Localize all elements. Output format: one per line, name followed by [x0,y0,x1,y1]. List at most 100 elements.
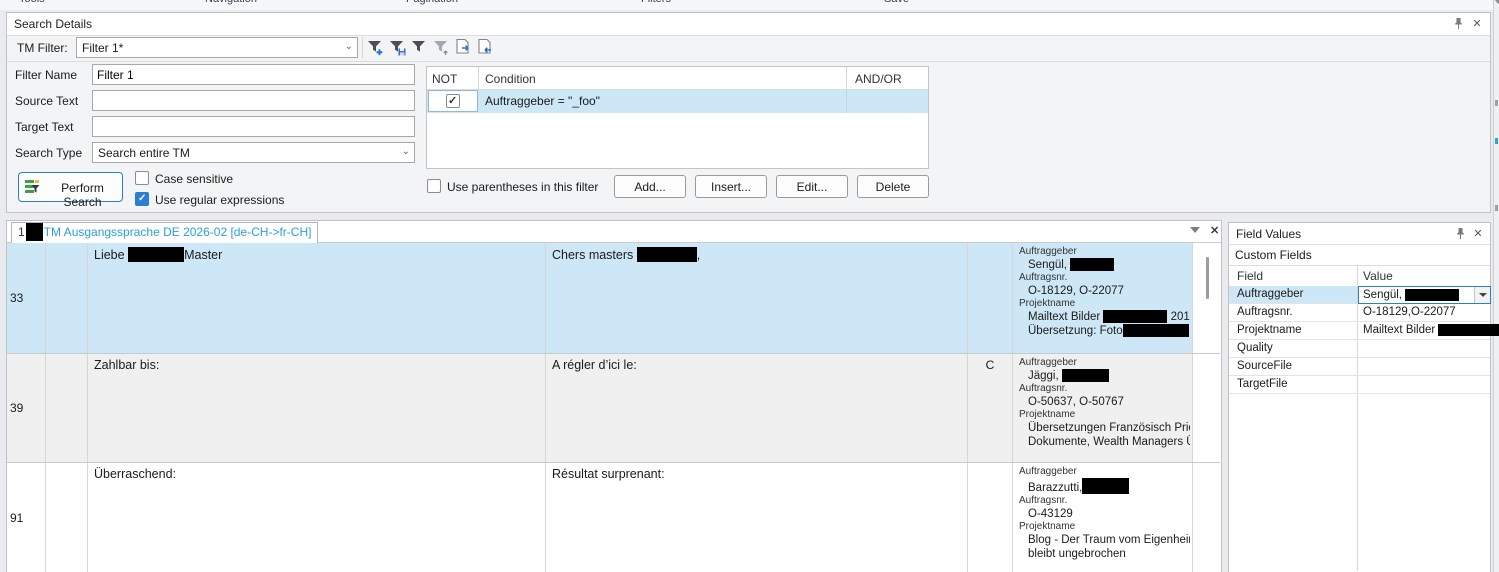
source-text-input[interactable] [92,90,415,111]
meta-cell: Auftraggeber Barazzutti, Auftragsnr. O-4… [1013,463,1193,572]
tm-filter-combobox[interactable]: Filter 1* ⌄ [76,37,358,58]
row-number: 39 [10,401,23,415]
use-regex-checkbox[interactable] [135,192,149,206]
status-cell [968,463,1013,572]
pin-icon[interactable] [1455,227,1466,245]
flags-cell [46,354,88,462]
panel-title: Field Values [1236,227,1301,241]
meta-value: O-50637, O-50767 [1019,395,1190,409]
vertical-scrollbar[interactable] [1206,257,1209,299]
meta-value: Mailtext Bilder [1028,311,1100,323]
meta-value: Jäggi, [1028,370,1059,382]
use-parentheses-checkbox[interactable] [427,179,441,193]
field-value-row[interactable]: Auftraggeber Sengül, [1229,286,1490,304]
case-sensitive-label: Case sensitive [155,172,233,186]
meta-label: Projektname [1019,409,1190,421]
meta-label: Auftraggeber [1019,466,1190,478]
tm-filter-label: TM Filter: [17,41,68,55]
field-value-row[interactable]: Auftragsnr. O-18129,O-22077 [1229,304,1490,322]
scrollbar-gutter [1193,463,1220,572]
meta-cell: Auftraggeber Sengül, Auftragsnr. O-18129… [1013,243,1193,353]
search-details-panel: Search Details ✕ TM Filter: Filter 1* ⌄ [6,12,1491,213]
meta-label: Auftragsnr. [1019,272,1190,284]
perform-search-button[interactable]: Perform Search [18,172,123,202]
search-type-select[interactable]: Search entire TM ⌄ [92,142,415,163]
table-row[interactable]: 39 Zahlbar bis: A régler d’ici le: C Auf… [7,354,1220,463]
field-values-header: Field Values ✕ [1229,223,1490,245]
close-icon[interactable]: ✕ [1471,227,1485,240]
ribbon-group-tools: Tools [19,0,45,5]
row-number: 33 [10,291,23,305]
redaction-box [128,247,184,262]
meta-label: Projektname [1019,298,1190,310]
field-value-row[interactable]: Quality [1229,340,1490,358]
add-filter-icon[interactable] [366,38,386,58]
target-text-input[interactable] [92,116,415,137]
case-sensitive-checkbox[interactable] [135,171,149,185]
close-icon[interactable]: ✕ [1470,17,1484,30]
edit-button[interactable]: Edit... [776,175,848,198]
insert-button[interactable]: Insert... [695,175,767,198]
field-name: Quality [1237,342,1273,354]
meta-value: 2019, [1171,311,1190,323]
field-value-text: O-18129,O-22077 [1363,306,1456,318]
pin-icon[interactable] [1453,17,1464,35]
meta-label: Auftraggeber [1019,246,1190,258]
field-name: SourceFile [1237,360,1292,372]
field-value-row[interactable]: TargetFile [1229,376,1490,394]
source-cell: Liebe Master [88,243,546,353]
delete-filter-icon[interactable] [410,38,430,58]
row-divider [846,90,847,113]
redaction-box [26,223,43,241]
condition-table: NOT Condition AND/OR Auftraggeber = "_fo… [426,66,929,169]
import-filter-icon[interactable] [476,38,496,58]
redaction-box [1070,258,1114,271]
not-checkbox[interactable] [446,94,460,108]
delete-button[interactable]: Delete [857,175,929,198]
strip-mark [1495,100,1498,106]
col-not: NOT [432,72,457,86]
tab-page-number: 1 [18,225,25,239]
not-cell [428,90,478,112]
meta-value: Übersetzungen Französisch Prio 2 [1019,421,1190,435]
collapsed-panel-strip[interactable] [1493,0,1499,572]
perform-search-label: Perform Search [43,181,122,209]
tab-strip: 1TM Ausgangssprache DE 2026-02 [de-CH->f… [7,221,1221,243]
field-value-combobox[interactable]: Sengül, [1358,286,1491,304]
field-value-text: Sengül, [1363,289,1459,301]
table-row[interactable]: 33 Liebe Master Chers masters , Auftragg… [7,243,1220,354]
field-value-row[interactable]: SourceFile [1229,358,1490,376]
tm-maintenance-window: Tools Navigation Pagination Filters Save… [0,0,1499,572]
field-name: Auftragsnr. [1237,306,1293,318]
redaction-box [637,247,697,262]
condition-text: Auftraggeber = "_foo" [485,94,600,108]
close-tab-icon[interactable]: ✕ [1210,224,1219,237]
ribbon-group-save: Save [884,0,909,5]
col-condition: Condition [485,72,536,86]
meta-value: O-18129, O-22077 [1019,284,1190,298]
field-name: Auftraggeber [1237,288,1304,300]
filter-name-input[interactable] [92,64,415,85]
promote-filter-icon[interactable] [432,38,452,58]
redaction-box [1082,478,1129,494]
save-filter-icon[interactable] [388,38,408,58]
section-title: Custom Fields [1235,248,1312,262]
tab-tm-results[interactable]: 1TM Ausgangssprache DE 2026-02 [de-CH->f… [11,222,318,243]
redaction-box [1062,369,1109,382]
tab-list-dropdown-icon[interactable] [1190,227,1200,233]
search-details-header: Search Details ✕ [7,13,1490,36]
field-value-row[interactable]: Projektname Mailtext Bilder [1229,322,1490,340]
col-value: Value [1363,269,1393,283]
condition-row[interactable]: Auftraggeber = "_foo" [427,90,928,113]
filter-name-label: Filter Name [15,68,77,82]
table-row[interactable]: 91 Überraschend: Résultat surprenant: Au… [7,463,1220,572]
col-field: Field [1237,269,1263,283]
field-value-text: Mailtext Bilder [1363,324,1499,336]
row-number-cell: 33 [7,243,46,353]
condition-table-header: NOT Condition AND/OR [427,67,928,90]
add-button[interactable]: Add... [614,175,686,198]
target-cell: A régler d’ici le: [546,354,968,462]
export-filter-icon[interactable] [454,38,474,58]
combo-dropdown-button[interactable] [1474,287,1490,303]
source-text: Master [184,248,222,262]
